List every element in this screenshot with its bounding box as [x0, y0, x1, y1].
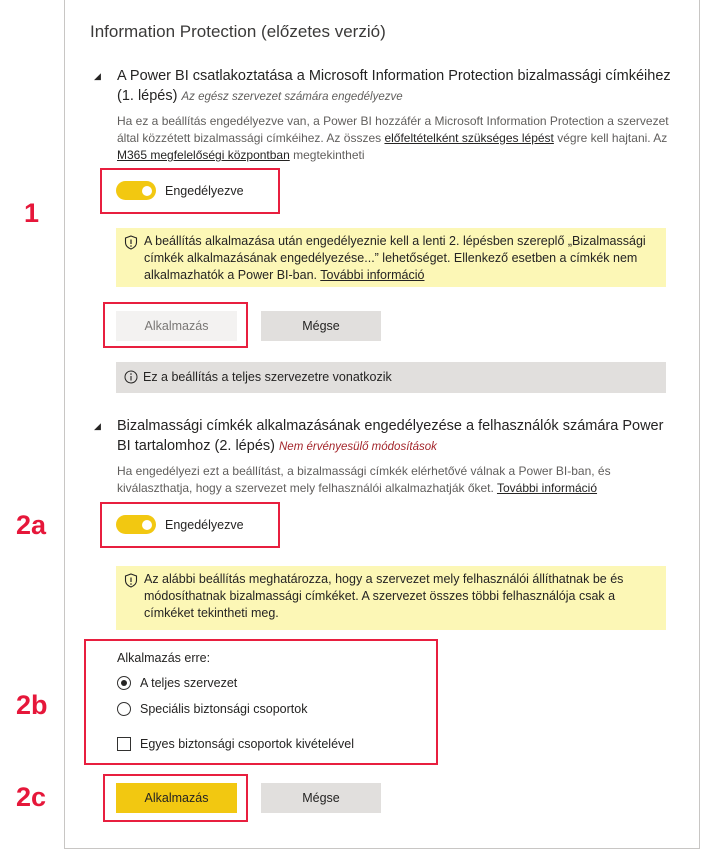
shield-warning-icon	[124, 235, 138, 250]
section2-title: Bizalmassági címkék alkalmazásának enged…	[117, 416, 677, 457]
callout-2a: 2a	[16, 510, 47, 540]
section1-more-info-link[interactable]: További információ	[320, 268, 424, 282]
panel-title: Information Protection (előzetes verzió)	[90, 22, 386, 41]
section1-warning-text: A beállítás alkalmazása után engedélyezn…	[144, 233, 656, 284]
m365-compliance-link[interactable]: M365 megfelelőségi központban	[117, 148, 290, 162]
section2-status-note: Nem érvényesülő módosítások	[279, 441, 437, 453]
callout-2c: 2c	[16, 782, 47, 812]
callout-1: 1	[24, 198, 40, 228]
info-icon	[124, 370, 138, 384]
collapse-triangle-icon[interactable]: ◢	[94, 71, 101, 82]
shield-warning-icon	[124, 573, 138, 588]
section1-title: A Power BI csatlakoztatása a Microsoft I…	[117, 66, 677, 107]
highlight-box-2a	[100, 502, 280, 548]
section2-more-info-link[interactable]: További információ	[497, 481, 597, 495]
section1-status-note: Az egész szervezet számára engedélyezve	[181, 91, 403, 103]
section1-description: Ha ez a beállítás engedélyezve van, a Po…	[117, 113, 682, 164]
highlight-box-2b	[84, 639, 438, 765]
section1-cancel-button[interactable]: Mégse	[261, 311, 381, 341]
callout-2b: 2b	[16, 690, 48, 720]
section1-warning: A beállítás alkalmazása után engedélyezn…	[116, 228, 666, 287]
highlight-box-1-apply	[103, 302, 248, 348]
section2-warning: Az alábbi beállítás meghatározza, hogy a…	[116, 566, 666, 630]
section2-description: Ha engedélyezi ezt a beállítást, a bizal…	[117, 463, 682, 497]
section2-warning-text: Az alábbi beállítás meghatározza, hogy a…	[144, 572, 624, 620]
highlight-box-1	[100, 168, 280, 214]
highlight-box-2c	[103, 774, 248, 822]
section1-desc-suffix: megtekintheti	[289, 148, 365, 162]
section1-info-text: Ez a beállítás a teljes szervezetre vona…	[143, 370, 392, 384]
prerequisites-link[interactable]: előfeltételként szükséges lépést	[384, 131, 553, 145]
section1-desc-mid: végre kell hajtani. Az	[553, 131, 668, 145]
section2-cancel-button[interactable]: Mégse	[261, 783, 381, 813]
section1-scope-info-bar: Ez a beállítás a teljes szervezetre vona…	[116, 362, 666, 393]
collapse-triangle-icon[interactable]: ◢	[94, 421, 101, 432]
